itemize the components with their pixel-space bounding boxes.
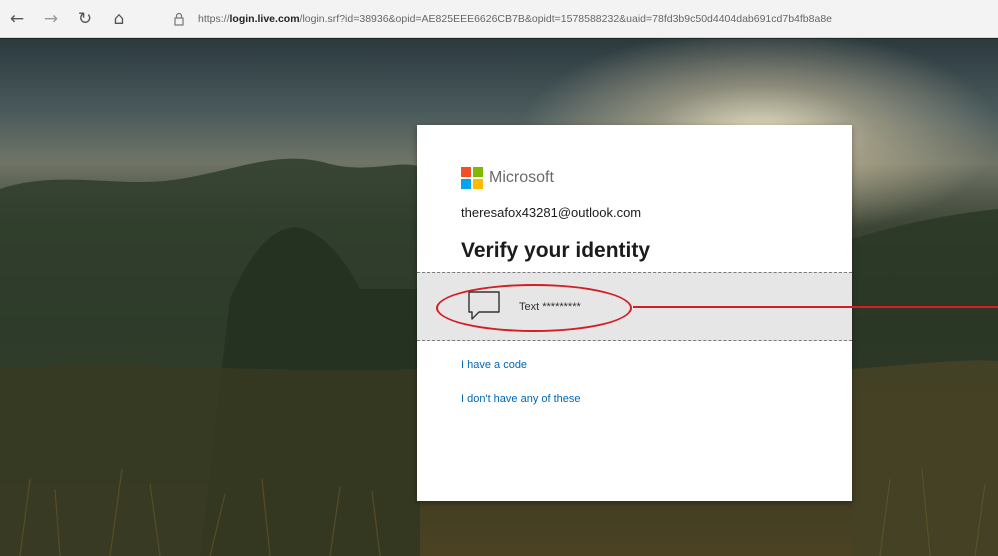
logo-square-blue (461, 179, 471, 189)
page-title: Verify your identity (461, 239, 651, 262)
account-email: theresafox43281@outlook.com (461, 205, 642, 220)
annotation-circle (436, 284, 632, 332)
url-host: login.live.com (229, 13, 300, 25)
refresh-icon[interactable]: ↻ (68, 0, 102, 38)
url-prefix: https:// (198, 13, 230, 25)
verify-identity-dialog: Microsoft theresafox43281@outlook.com Ve… (417, 125, 852, 501)
no-methods-link[interactable]: I don't have any of these (461, 393, 581, 405)
lock-icon (174, 12, 184, 26)
have-code-link[interactable]: I have a code (461, 359, 527, 371)
brand-name: Microsoft (489, 169, 554, 186)
back-icon[interactable]: ← (0, 0, 34, 38)
logo-square-yellow (473, 179, 483, 189)
url-path: /login.srf?id=38936&opid=AE825EEE6626CB7… (299, 13, 832, 25)
annotation-arrow-line (633, 306, 998, 308)
microsoft-logo: Microsoft (461, 167, 554, 189)
home-icon[interactable]: ⌂ (102, 0, 136, 38)
browser-toolbar: ← → ↻ ⌂ https://login.live.com/login.srf… (0, 0, 998, 38)
address-bar[interactable]: https://login.live.com/login.srf?id=3893… (166, 6, 996, 32)
logo-square-red (461, 167, 471, 177)
forward-icon[interactable]: → (34, 0, 68, 38)
microsoft-logo-icon (461, 167, 483, 189)
logo-square-green (473, 167, 483, 177)
